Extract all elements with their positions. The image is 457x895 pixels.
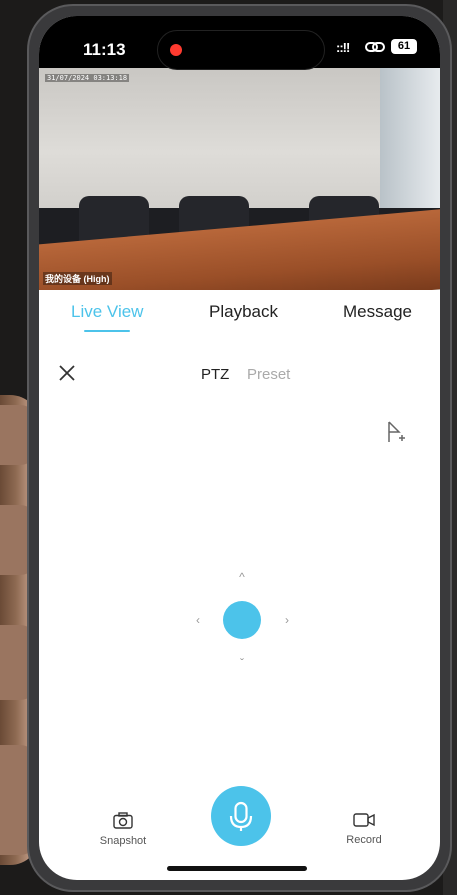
chevron-up-icon[interactable]: ^ [235, 570, 249, 584]
status-bar: 11:13 ::!! 61 [39, 16, 440, 70]
tab-message[interactable]: Message [343, 302, 412, 322]
microphone-button[interactable] [211, 786, 271, 846]
chevron-right-icon[interactable]: › [280, 613, 294, 627]
dynamic-island [157, 30, 325, 70]
video-camera-icon [353, 813, 375, 827]
chevron-left-icon[interactable]: ‹ [191, 613, 205, 627]
snapshot-button[interactable]: Snapshot [95, 812, 151, 847]
view-tabs: Live View Playback Message [39, 290, 440, 340]
record-button[interactable]: Record [336, 812, 392, 846]
record-label: Record [346, 834, 382, 846]
ptz-joystick-knob[interactable] [223, 601, 261, 639]
phone-frame: 11:13 ::!! 61 31/07/2024 03:13:18 我的设备 (… [27, 4, 452, 892]
status-time: 11:13 [83, 40, 126, 59]
signal-icon: ::!! [336, 40, 350, 55]
active-tab-indicator [84, 330, 130, 332]
tab-live-view[interactable]: Live View [71, 302, 143, 322]
camera-icon [113, 812, 133, 829]
home-indicator[interactable] [167, 866, 307, 871]
feed-device-label: 我的设备 (High) [43, 272, 112, 285]
feed-window [380, 68, 440, 228]
snapshot-label: Snapshot [99, 835, 147, 847]
link-icon [365, 42, 385, 52]
recording-dot-icon [170, 44, 182, 56]
camera-live-feed[interactable]: 31/07/2024 03:13:18 我的设备 (High) [39, 68, 440, 290]
tab-preset[interactable]: Preset [247, 366, 290, 383]
chevron-down-icon[interactable]: ˇ [235, 656, 249, 670]
phone-screen: 11:13 ::!! 61 31/07/2024 03:13:18 我的设备 (… [39, 16, 440, 880]
flag-plus-icon[interactable] [385, 420, 407, 446]
microphone-icon [229, 801, 253, 831]
battery-indicator: 61 [391, 39, 417, 54]
close-icon[interactable] [57, 363, 77, 383]
tab-playback[interactable]: Playback [209, 302, 278, 322]
tab-ptz[interactable]: PTZ [201, 366, 229, 383]
feed-timestamp: 31/07/2024 03:13:18 [45, 74, 130, 82]
